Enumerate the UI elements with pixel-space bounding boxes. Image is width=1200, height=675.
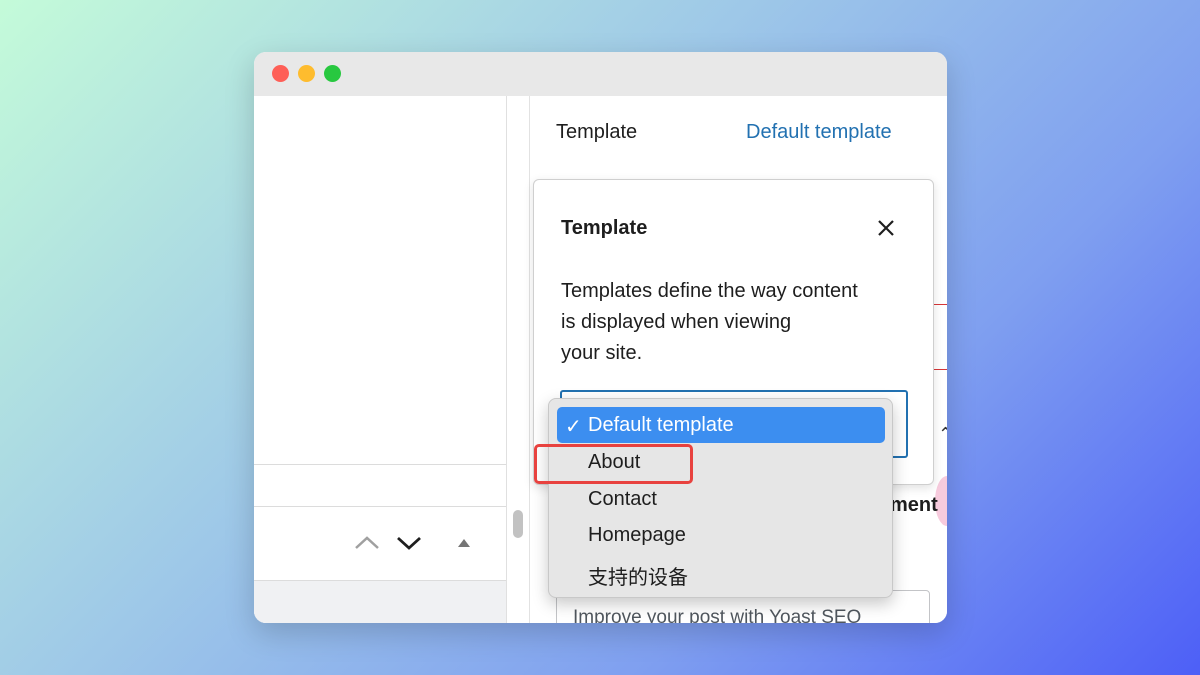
divider [254,464,506,465]
template-dropdown-menu: ✓ Default template About Contact Homepag… [548,398,893,598]
chevron-down-icon[interactable] [394,532,424,554]
description-line: Templates define the way content [561,280,858,302]
menu-item-homepage[interactable]: Homepage [557,517,885,553]
menu-item-label: 支持的设备 [588,567,688,589]
divider [254,506,506,507]
menu-item-default-template[interactable]: ✓ Default template [557,407,885,443]
editor-footer [254,581,506,623]
scrollbar-thumb[interactable] [513,510,523,538]
popover-title: Template [561,217,648,239]
yoast-seo-label: Improve your post with Yoast SEO [573,607,862,623]
close-icon[interactable] [872,214,900,242]
scrollbar-track[interactable] [507,96,530,623]
template-label: Template [556,121,638,143]
menu-item-contact[interactable]: Contact [557,481,885,517]
chevron-up-icon[interactable] [352,532,382,554]
menu-item-label: Default template [588,414,734,436]
menu-item-label: Contact [588,488,657,510]
menu-item-about[interactable]: About [557,444,885,480]
chevron-up-icon[interactable]: ⌃ [938,424,947,445]
panel-heading: ment [890,494,938,516]
menu-item-label: About [588,451,641,473]
menu-item-supported-devices[interactable]: 支持的设备 [557,554,885,590]
checkmark-icon: ✓ [565,416,582,438]
divider [934,304,947,305]
triangle-up-icon[interactable] [456,535,472,551]
popover-description: Templates define the way content is disp… [561,276,911,369]
divider [934,369,947,370]
template-value-link[interactable]: Default template [746,121,892,144]
description-line: your site. [561,342,643,364]
menu-item-label: Homepage [588,524,686,546]
description-line: is displayed when viewing [561,311,792,333]
